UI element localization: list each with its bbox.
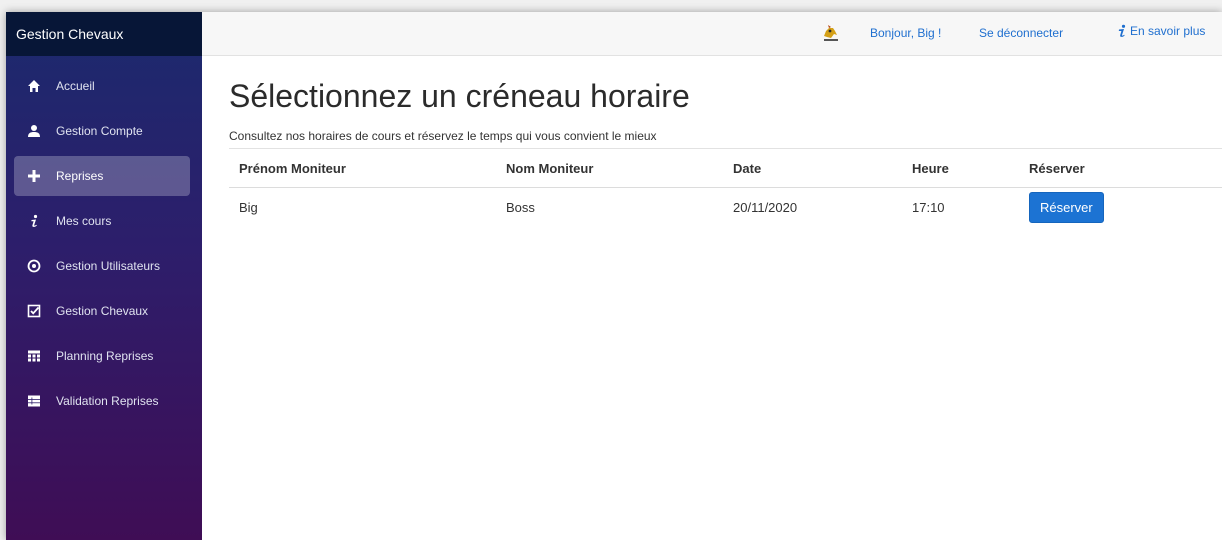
column-header-date: Date: [723, 148, 902, 188]
page-subtitle: Consultez nos horaires de cours et réser…: [229, 129, 657, 143]
plus-icon: [26, 168, 42, 184]
cell-prenom: Big: [239, 200, 258, 216]
table-header-row: Prénom Moniteur Nom Moniteur Date Heure …: [229, 148, 1222, 188]
list-icon: [26, 393, 42, 409]
sidebar: Gestion Chevaux Accueil Gestion Compte R…: [6, 12, 202, 540]
logout-link[interactable]: Se déconnecter: [979, 26, 1063, 40]
sidebar-item-validation-reprises[interactable]: Validation Reprises: [14, 381, 190, 421]
sidebar-item-mes-cours[interactable]: Mes cours: [14, 201, 190, 241]
sidebar-item-accueil[interactable]: Accueil: [14, 66, 190, 106]
sidebar-item-planning-reprises[interactable]: Planning Reprises: [14, 336, 190, 376]
cell-heure: 17:10: [912, 200, 945, 216]
reserve-button[interactable]: Réserver: [1029, 192, 1104, 224]
column-header-nom: Nom Moniteur: [496, 148, 723, 188]
info-link-label: En savoir plus: [1130, 24, 1206, 38]
settings-circle-icon: [26, 258, 42, 274]
sidebar-item-reprises[interactable]: Reprises: [14, 156, 190, 196]
column-header-heure: Heure: [902, 148, 1019, 188]
sidebar-item-label: Reprises: [56, 169, 104, 183]
sidebar-item-label: Validation Reprises: [56, 394, 159, 408]
sidebar-item-gestion-compte[interactable]: Gestion Compte: [14, 111, 190, 151]
sidebar-item-label: Gestion Utilisateurs: [56, 259, 161, 273]
column-header-reserver: Réserver: [1019, 148, 1222, 188]
page-title: Sélectionnez un créneau horaire: [229, 78, 690, 114]
sidebar-item-gestion-chevaux[interactable]: Gestion Chevaux: [14, 291, 190, 331]
info-icon: [26, 213, 42, 229]
table-row: Big Boss 20/11/2020 17:10 Réserver: [229, 188, 1222, 228]
avatar[interactable]: [820, 22, 842, 44]
home-icon: [26, 78, 42, 94]
sidebar-item-label: Gestion Chevaux: [56, 304, 149, 318]
sidebar-item-label: Accueil: [56, 79, 95, 93]
info-icon: [1117, 24, 1127, 38]
info-link[interactable]: En savoir plus: [1117, 24, 1205, 38]
app-title[interactable]: Gestion Chevaux: [6, 12, 202, 56]
main-content: Sélectionnez un créneau horaire Consulte…: [202, 56, 1222, 540]
slots-table: Prénom Moniteur Nom Moniteur Date Heure …: [229, 148, 1222, 228]
app-window: Gestion Chevaux Accueil Gestion Compte R…: [6, 12, 1222, 540]
calendar-icon: [26, 348, 42, 364]
checkbox-icon: [26, 303, 42, 319]
user-icon: [26, 123, 42, 139]
greeting-link[interactable]: Bonjour, Big !: [870, 26, 941, 40]
column-header-prenom: Prénom Moniteur: [229, 148, 496, 188]
sidebar-nav: Accueil Gestion Compte Reprises Mes cour…: [6, 56, 202, 421]
cell-nom: Boss: [506, 200, 535, 216]
cell-reserver: Réserver: [1019, 188, 1222, 228]
cell-date: 20/11/2020: [733, 200, 798, 216]
top-bar: Bonjour, Big ! Se déconnecter En savoir …: [202, 12, 1222, 56]
sidebar-item-label: Planning Reprises: [56, 349, 154, 363]
sidebar-item-gestion-utilisateurs[interactable]: Gestion Utilisateurs: [14, 246, 190, 286]
sidebar-item-label: Mes cours: [56, 214, 112, 228]
sidebar-item-label: Gestion Compte: [56, 124, 143, 138]
